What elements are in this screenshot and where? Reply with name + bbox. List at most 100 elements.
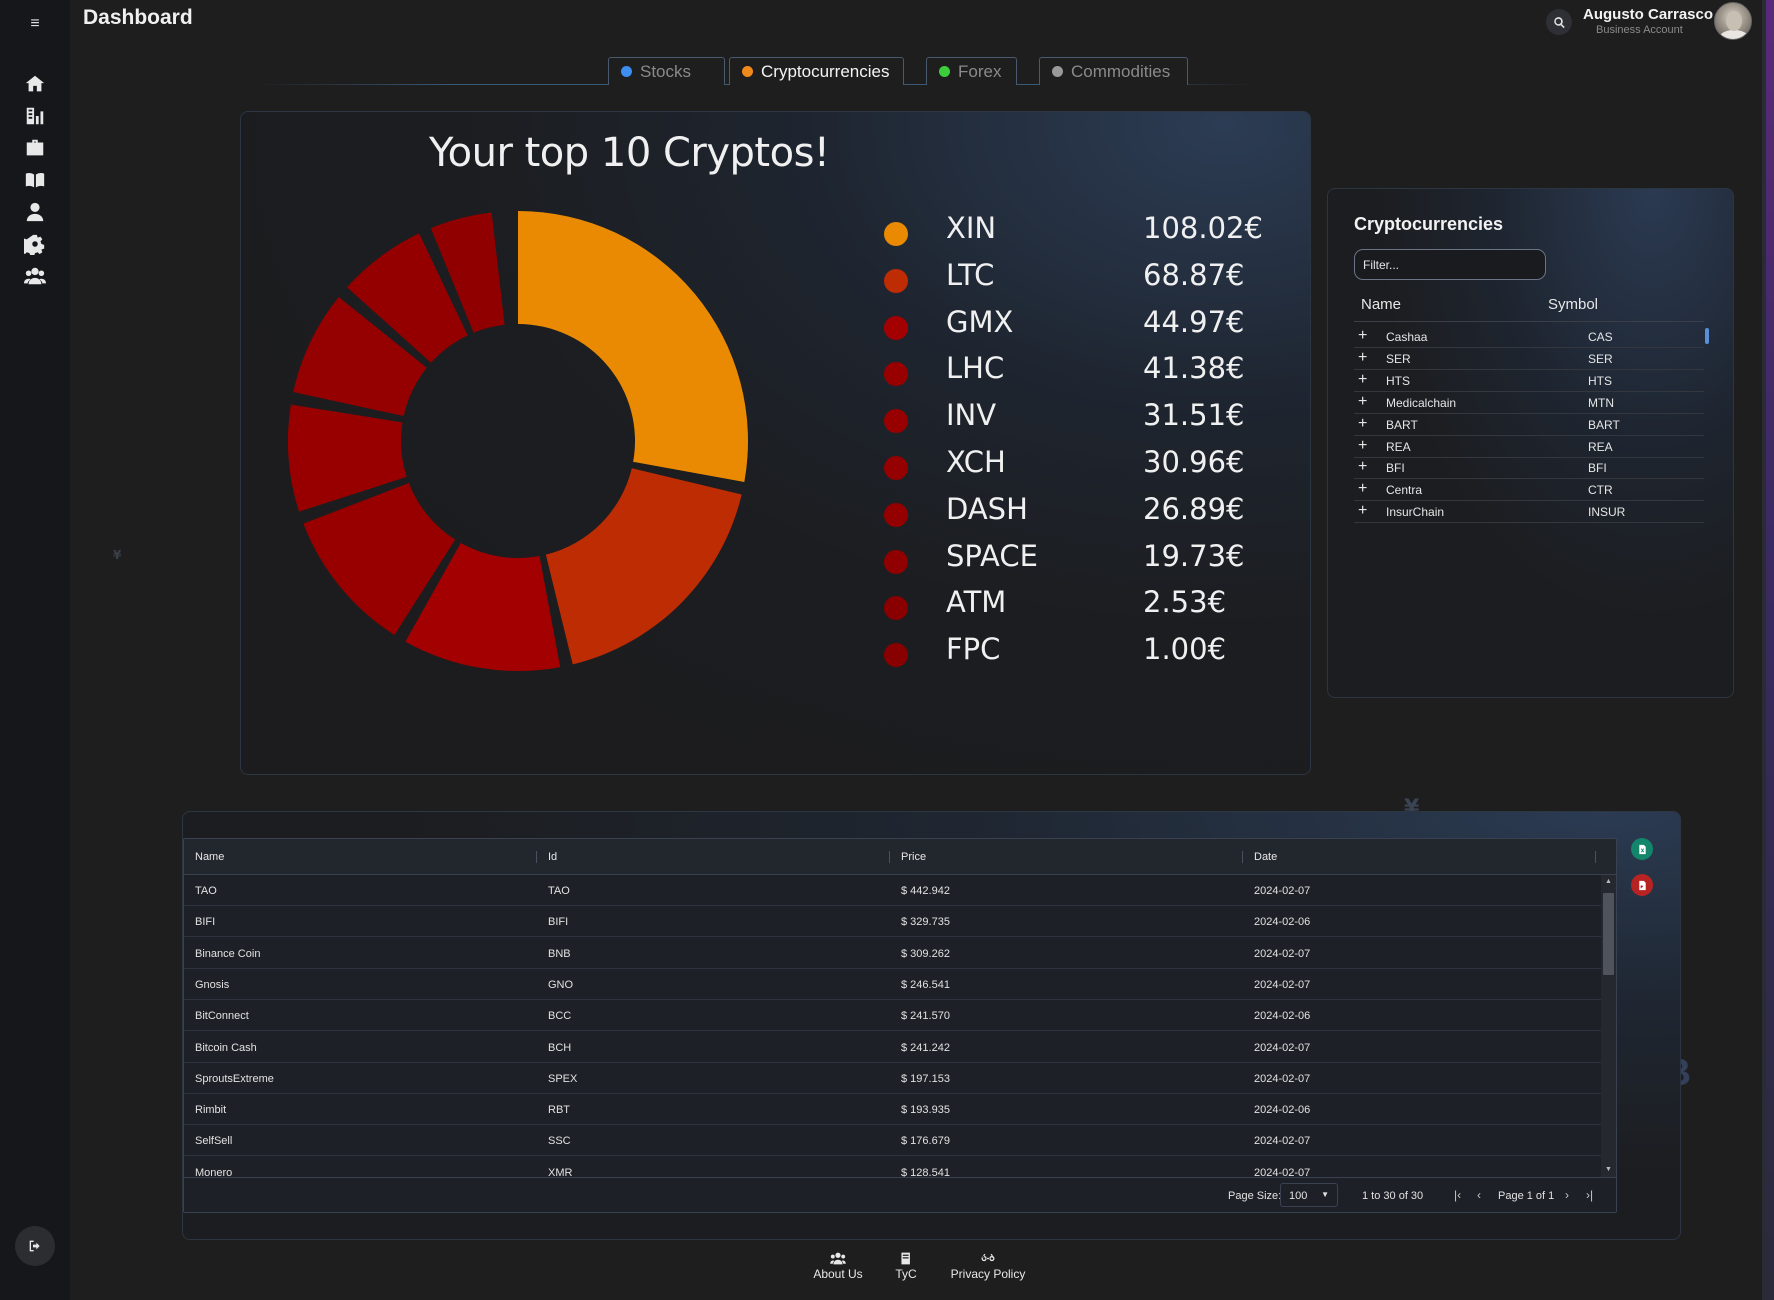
list-item[interactable]: + Centra CTR xyxy=(1354,479,1704,502)
cell-name: BIFI xyxy=(195,916,216,929)
footer-link-label: Privacy Policy xyxy=(950,1267,1026,1281)
table-row[interactable]: Rimbit RBT $ 193.935 2024-02-06 xyxy=(184,1094,1601,1126)
column-header-name[interactable]: Name xyxy=(195,851,224,863)
cell-price: $ 309.262 xyxy=(901,947,950,960)
add-icon[interactable]: + xyxy=(1358,502,1367,520)
cell-date: 2024-02-07 xyxy=(1254,1072,1311,1085)
cell-id: SSC xyxy=(548,1135,571,1148)
avatar[interactable] xyxy=(1714,2,1752,40)
search-button[interactable] xyxy=(1546,9,1572,35)
table-row[interactable]: SproutsExtreme SPEX $ 197.153 2024-02-07 xyxy=(184,1063,1601,1094)
column-resizer[interactable] xyxy=(536,851,537,863)
menu-toggle-icon[interactable]: ≡ xyxy=(26,15,44,33)
grid-scrollbar-thumb[interactable] xyxy=(1603,893,1614,975)
add-icon[interactable]: + xyxy=(1358,349,1367,367)
column-header-price[interactable]: Price xyxy=(901,851,926,863)
chart-building-icon[interactable] xyxy=(22,104,48,128)
table-row[interactable]: TAO TAO $ 442.942 2024-02-07 xyxy=(184,875,1601,906)
legend-item[interactable]: LTC 68.87€ xyxy=(884,253,1264,293)
column-header-id[interactable]: Id xyxy=(548,851,557,863)
logout-button[interactable] xyxy=(15,1226,55,1266)
user-name[interactable]: Augusto Carrasco xyxy=(1583,6,1713,23)
column-header-symbol[interactable]: Symbol xyxy=(1548,296,1598,313)
legend-item[interactable]: XCH 30.96€ xyxy=(884,440,1264,480)
table-row[interactable]: SelfSell SSC $ 176.679 2024-02-07 xyxy=(184,1125,1601,1157)
legend-item[interactable]: DASH 26.89€ xyxy=(884,487,1264,527)
table-row[interactable]: Binance Coin BNB $ 309.262 2024-02-07 xyxy=(184,938,1601,969)
column-header-name[interactable]: Name xyxy=(1361,296,1401,313)
tab-forex[interactable]: Forex xyxy=(926,57,1017,85)
column-header-date[interactable]: Date xyxy=(1254,851,1277,863)
legend-marker xyxy=(884,643,908,668)
legend-item[interactable]: GMX 44.97€ xyxy=(884,300,1264,340)
legend-value: 2.53€ xyxy=(1143,585,1227,620)
legend-item[interactable]: XIN 108.02€ xyxy=(884,206,1264,246)
tab-cryptocurrencies[interactable]: Cryptocurrencies xyxy=(729,57,904,85)
add-icon[interactable]: + xyxy=(1358,437,1367,455)
legend-item[interactable]: LHC 41.38€ xyxy=(884,346,1264,387)
scroll-up-icon[interactable]: ▲ xyxy=(1601,875,1616,889)
cell-name: Binance Coin xyxy=(195,947,261,960)
previous-page-icon[interactable]: ‹ xyxy=(1477,1188,1481,1202)
add-icon[interactable]: + xyxy=(1358,393,1367,411)
column-resizer[interactable] xyxy=(1242,851,1243,863)
book-icon[interactable] xyxy=(22,168,48,192)
briefcase-icon[interactable] xyxy=(22,136,48,160)
table-row[interactable]: Bitcoin Cash BCH $ 241.242 2024-02-07 xyxy=(184,1032,1601,1063)
cell-name: Gnosis xyxy=(195,978,230,991)
crypto-name: InsurChain xyxy=(1386,505,1445,520)
list-item[interactable]: + REA REA xyxy=(1354,436,1704,458)
list-item[interactable]: + InsurChain INSUR xyxy=(1354,501,1704,524)
users-icon[interactable] xyxy=(22,264,48,288)
table-row[interactable]: Gnosis GNO $ 246.541 2024-02-07 xyxy=(184,969,1601,1000)
cell-id: TAO xyxy=(548,885,570,897)
grid-scrollbar[interactable]: ▲ ▼ xyxy=(1601,875,1616,1177)
donut-slice-xin[interactable] xyxy=(518,211,748,482)
pdf-file-icon xyxy=(1638,880,1646,890)
search-icon xyxy=(1553,16,1565,28)
home-icon[interactable] xyxy=(22,72,48,96)
add-icon[interactable]: + xyxy=(1358,371,1367,389)
export-excel-button[interactable] xyxy=(1631,838,1653,860)
legend-item[interactable]: ATM 2.53€ xyxy=(884,580,1264,621)
first-page-icon[interactable]: |‹ xyxy=(1454,1188,1461,1202)
cell-date: 2024-02-07 xyxy=(1254,978,1311,991)
scroll-down-icon[interactable]: ▼ xyxy=(1601,1163,1616,1177)
column-resizer[interactable] xyxy=(889,851,890,863)
export-pdf-button[interactable] xyxy=(1631,874,1653,896)
donut-slice-ltc[interactable] xyxy=(545,468,742,665)
footer-link-privacy-policy[interactable]: Privacy Policy xyxy=(948,1252,1028,1281)
legend-item[interactable]: FPC 1.00€ xyxy=(884,627,1264,668)
legend-item[interactable]: INV 31.51€ xyxy=(884,393,1264,434)
next-page-icon[interactable]: › xyxy=(1565,1188,1569,1202)
filter-input[interactable] xyxy=(1354,249,1546,280)
table-row[interactable]: BIFI BIFI $ 329.735 2024-02-06 xyxy=(184,906,1601,938)
list-item[interactable]: + BART BART xyxy=(1354,414,1704,436)
list-item[interactable]: + SER SER xyxy=(1354,348,1704,370)
cell-date: 2024-02-06 xyxy=(1254,1010,1311,1023)
list-scrollbar-thumb[interactable] xyxy=(1705,328,1709,344)
tab-stocks[interactable]: Stocks xyxy=(608,57,725,85)
last-page-icon[interactable]: ›| xyxy=(1586,1188,1593,1202)
footer-link-tyc[interactable]: TyC xyxy=(888,1252,924,1281)
legend-marker xyxy=(884,456,908,480)
footer-link-about-us[interactable]: About Us xyxy=(810,1252,866,1281)
list-item[interactable]: + HTS HTS xyxy=(1354,370,1704,392)
legend-value: 30.96€ xyxy=(1143,445,1245,479)
page-size-select[interactable]: 100 ▼ xyxy=(1280,1183,1338,1207)
add-icon[interactable]: + xyxy=(1358,480,1367,498)
list-item[interactable]: + BFI BFI xyxy=(1354,457,1704,480)
cell-date: 2024-02-07 xyxy=(1254,1041,1311,1054)
tab-commodities[interactable]: Commodities xyxy=(1039,57,1188,85)
add-icon[interactable]: + xyxy=(1358,327,1367,345)
column-resizer[interactable] xyxy=(1595,851,1596,863)
list-item[interactable]: + Medicalchain MTN xyxy=(1354,392,1704,414)
table-row[interactable]: Monero XMR $ 128.541 2024-02-07 xyxy=(184,1157,1601,1177)
table-row[interactable]: BitConnect BCC $ 241.570 2024-02-06 xyxy=(184,1000,1601,1032)
add-icon[interactable]: + xyxy=(1358,458,1367,476)
add-icon[interactable]: + xyxy=(1358,415,1367,433)
gear-icon[interactable] xyxy=(22,232,48,256)
user-icon[interactable] xyxy=(22,200,48,224)
legend-item[interactable]: SPACE 19.73€ xyxy=(884,534,1264,574)
list-item[interactable]: + Cashaa CAS xyxy=(1354,326,1704,348)
